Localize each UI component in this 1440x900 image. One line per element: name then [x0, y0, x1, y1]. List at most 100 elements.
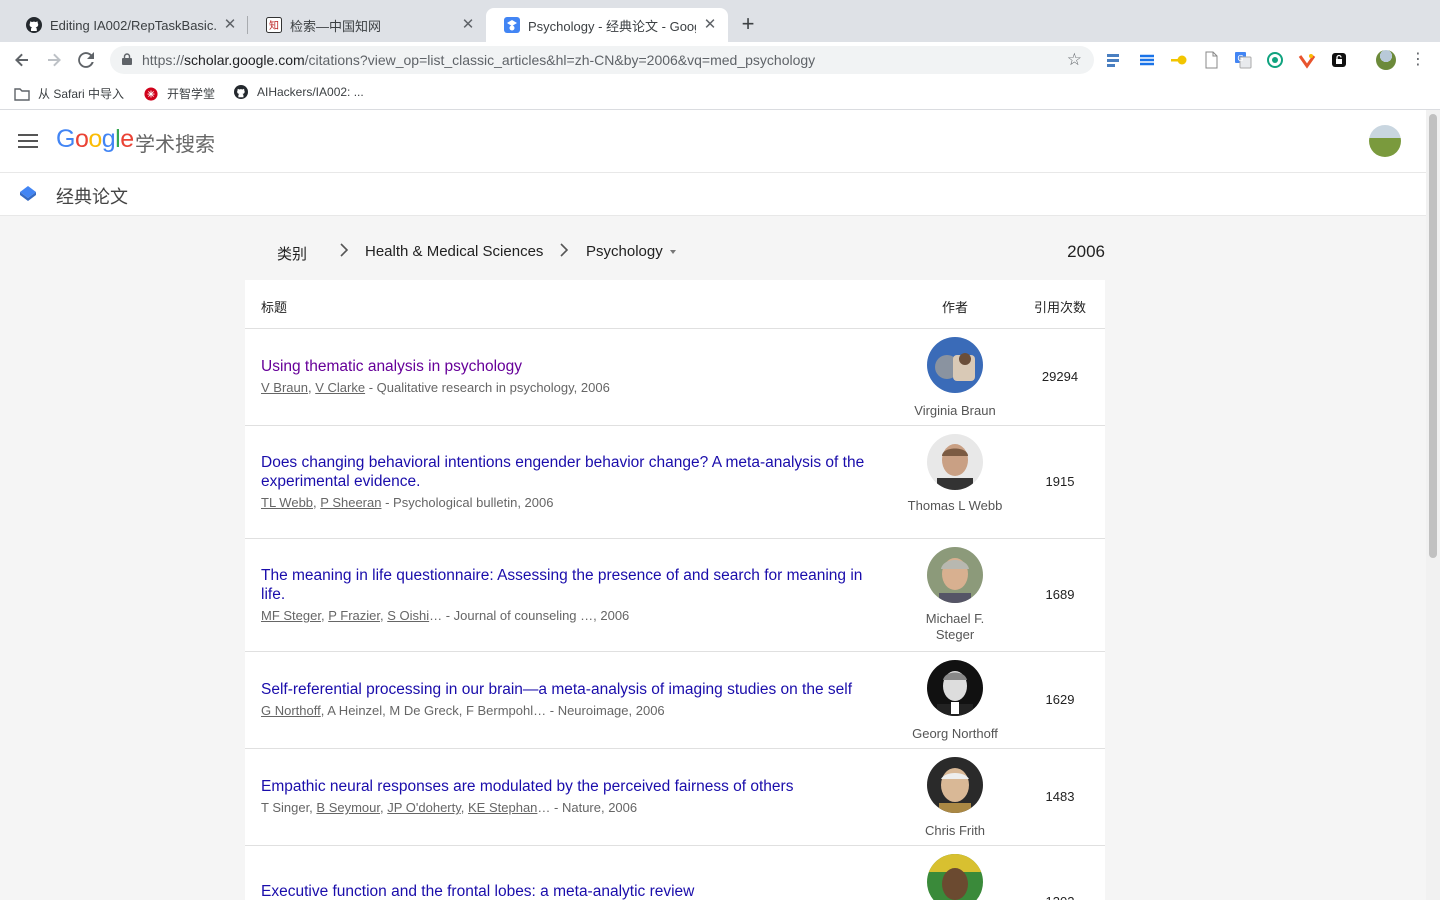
author-name[interactable]: Virginia Braun [905, 403, 1005, 419]
table-header: 标题 作者 引用次数 [245, 280, 1105, 329]
close-tab-icon[interactable]: ✕ [702, 17, 718, 33]
tab-title: 检索—中国知网 [290, 18, 382, 34]
scholar-page: Google 学术搜索 经典论文 类别 Health & Medical Sci… [0, 110, 1426, 900]
author-photo[interactable] [927, 854, 983, 900]
article-title-link[interactable]: Does changing behavioral intentions enge… [261, 453, 881, 491]
article-authors[interactable]: MF Steger, P Frazier, S Oishi… - Journal… [261, 608, 881, 623]
bookmark-label: 从 Safari 中导入 [38, 87, 125, 101]
table-row: The meaning in life questionnaire: Asses… [245, 539, 1105, 652]
browser-profile-avatar[interactable] [1376, 50, 1396, 70]
author-name[interactable]: Michael F. Steger [905, 611, 1005, 643]
reload-icon[interactable] [74, 48, 98, 72]
author-photo[interactable] [927, 757, 983, 813]
column-author: 作者 [942, 300, 969, 315]
bookmark-star-icon[interactable]: ☆ [1067, 50, 1082, 70]
back-icon[interactable] [10, 48, 34, 72]
author-name[interactable]: Thomas L Webb [905, 498, 1005, 514]
author-photo[interactable] [927, 660, 983, 716]
author-photo[interactable] [927, 337, 983, 393]
breadcrumb-categories[interactable]: 类别 [277, 243, 307, 264]
menu-icon[interactable] [18, 134, 38, 148]
table-row: Empathic neural responses are modulated … [245, 749, 1105, 846]
citation-count[interactable]: 1629 [1025, 692, 1095, 707]
breadcrumb-psychology[interactable]: Psychology [586, 243, 663, 260]
tab-github-editing[interactable]: Editing IA002/RepTaskBasic.md ✕ [8, 8, 248, 42]
bookmark-label: AIHackers/IA002: ... [257, 85, 364, 99]
page-scrollbar[interactable] [1426, 110, 1440, 900]
svg-text:知: 知 [269, 19, 279, 32]
bookmark-kaizhi[interactable]: 开智学堂 [143, 85, 215, 102]
dropdown-arrow-icon[interactable] [670, 250, 676, 254]
author-photo[interactable] [927, 434, 983, 490]
user-avatar[interactable] [1369, 125, 1401, 157]
table-row: Self-referential processing in our brain… [245, 652, 1105, 749]
article-title-link[interactable]: Using thematic analysis in psychology [261, 357, 881, 376]
citation-count[interactable]: 29294 [1025, 369, 1095, 384]
svg-text:G: G [1237, 54, 1243, 63]
scrollbar-thumb[interactable] [1429, 114, 1437, 558]
brain-icon [144, 86, 158, 101]
github-icon [234, 85, 248, 99]
year-selector[interactable]: 2006 [1067, 242, 1105, 262]
google-logo[interactable]: Google [56, 125, 134, 154]
articles-table: 标题 作者 引用次数 Using thematic analysis in ps… [245, 280, 1105, 900]
article-authors[interactable]: V Braun, V Clarke - Qualitative research… [261, 380, 881, 395]
bookmarks-bar: 从 Safari 中导入 开智学堂 AIHackers/IA002: ... [0, 78, 1440, 110]
close-tab-icon[interactable]: ✕ [222, 17, 238, 33]
scholar-header: Google 学术搜索 [0, 110, 1426, 173]
breadcrumb: 类别 Health & Medical Sciences Psychology … [245, 234, 1105, 270]
tab-manager-extension-icon[interactable] [1106, 51, 1124, 69]
citation-count[interactable]: 1302 [1025, 894, 1095, 900]
lock-extension-icon[interactable] [1330, 51, 1348, 69]
tab-title: Psychology - 经典论文 - Google 学术搜索 [528, 18, 696, 34]
citation-count[interactable]: 1915 [1025, 474, 1095, 489]
article-title-link[interactable]: The meaning in life questionnaire: Asses… [261, 566, 881, 604]
stacks-extension-icon[interactable] [1138, 51, 1156, 69]
article-authors[interactable]: TL Webb, P Sheeran - Psychological bulle… [261, 495, 881, 510]
lock-icon [122, 53, 132, 65]
bookmark-aihackers[interactable]: AIHackers/IA002: ... [233, 85, 364, 99]
vivaldi-extension-icon[interactable] [1298, 51, 1316, 69]
breadcrumb-health-medical[interactable]: Health & Medical Sciences [365, 243, 543, 260]
translate-extension-icon[interactable]: G [1234, 51, 1252, 69]
article-authors[interactable]: G Northoff, A Heinzel, M De Greck, F Ber… [261, 703, 881, 718]
table-row: Does changing behavioral intentions enge… [245, 426, 1105, 539]
article-title-link[interactable]: Executive function and the frontal lobes… [261, 882, 881, 900]
subheader: 经典论文 [0, 173, 1426, 216]
table-row: Using thematic analysis in psychology V … [245, 329, 1105, 426]
article-authors[interactable]: T Singer, B Seymour, JP O'doherty, KE St… [261, 800, 881, 815]
browser-menu-icon[interactable]: ⋮ [1410, 49, 1426, 71]
url-text: https://scholar.google.com/citations?vie… [142, 52, 816, 68]
article-title-link[interactable]: Empathic neural responses are modulated … [261, 777, 881, 796]
author-photo[interactable] [927, 547, 983, 603]
tab-scholar[interactable]: Psychology - 经典论文 - Google 学术搜索 ✕ [486, 8, 728, 42]
chevron-right-icon [340, 243, 349, 257]
page-title: 经典论文 [56, 187, 128, 207]
bookmark-safari-import[interactable]: 从 Safari 中导入 [14, 85, 124, 102]
author-name[interactable]: Chris Frith [905, 823, 1005, 839]
tab-strip: Editing IA002/RepTaskBasic.md ✕ 知 检索—中国知… [0, 0, 1440, 42]
scholar-logo-suffix[interactable]: 学术搜索 [135, 128, 215, 157]
github-icon [26, 17, 42, 33]
tab-cnki[interactable]: 知 检索—中国知网 ✕ [248, 8, 486, 42]
cnki-icon: 知 [266, 17, 282, 33]
new-tab-icon[interactable]: + [738, 13, 758, 35]
table-row: Executive function and the frontal lobes… [245, 846, 1105, 900]
key-extension-icon[interactable] [1170, 51, 1188, 69]
document-extension-icon[interactable] [1202, 51, 1220, 69]
address-bar[interactable]: https://scholar.google.com/citations?vie… [110, 46, 1094, 74]
browser-toolbar: https://scholar.google.com/citations?vie… [0, 42, 1440, 114]
folder-icon [14, 87, 30, 101]
citation-count[interactable]: 1483 [1025, 789, 1095, 804]
close-tab-icon[interactable]: ✕ [460, 17, 476, 33]
author-name[interactable]: Georg Northoff [905, 726, 1005, 742]
article-title-link[interactable]: Self-referential processing in our brain… [261, 680, 881, 699]
column-citations: 引用次数 [1034, 300, 1087, 315]
forward-icon[interactable] [42, 48, 66, 72]
tab-title: Editing IA002/RepTaskBasic.md [50, 17, 216, 33]
graduation-cap-icon [20, 186, 36, 201]
scholar-icon [504, 17, 520, 33]
citation-count[interactable]: 1689 [1025, 587, 1095, 602]
openai-extension-icon[interactable] [1266, 51, 1284, 69]
chevron-right-icon [560, 243, 569, 257]
